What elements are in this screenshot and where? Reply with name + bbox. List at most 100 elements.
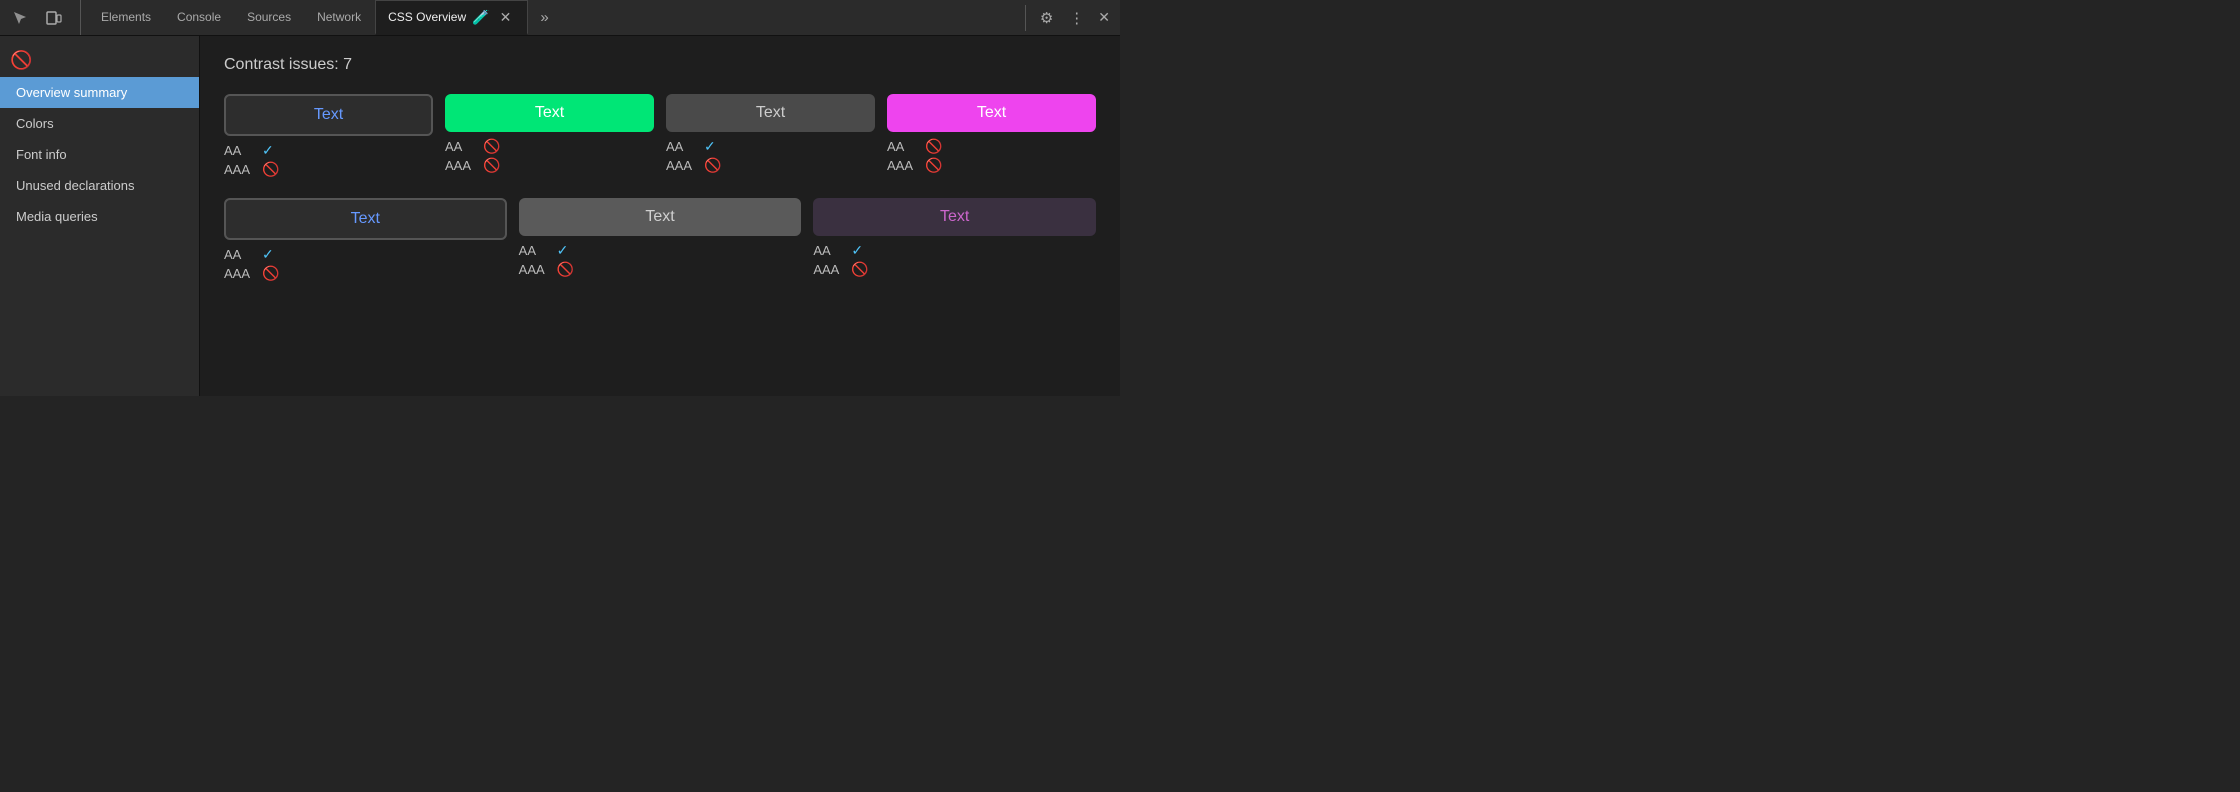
wcag-aaa-label-3: AAA xyxy=(666,158,698,173)
contrast-item-1: Text AA ✓ AAA 🚫 xyxy=(224,94,433,178)
wcag-aa-row-3: AA ✓ xyxy=(666,138,875,155)
content-area: Contrast issues: 7 Text AA ✓ AAA 🚫 xyxy=(200,36,1120,396)
wcag-aaa-row-4: AAA 🚫 xyxy=(887,157,1096,174)
wcag-aaa-fail-icon-3: 🚫 xyxy=(704,157,721,174)
contrast-btn-3[interactable]: Text xyxy=(666,94,875,132)
wcag-aa-label-5: AA xyxy=(224,247,256,262)
tab-network-label: Network xyxy=(317,10,361,24)
wcag-aa-label-7: AA xyxy=(813,243,845,258)
wcag-aaa-fail-icon-1: 🚫 xyxy=(262,161,279,178)
sidebar-item-unused-declarations-label: Unused declarations xyxy=(16,178,135,193)
wcag-aaa-row-1: AAA 🚫 xyxy=(224,161,433,178)
contrast-btn-4[interactable]: Text xyxy=(887,94,1096,132)
wcag-aa-row-2: AA 🚫 xyxy=(445,138,654,155)
wcag-aa-pass-icon-7: ✓ xyxy=(851,242,863,259)
experiment-icon: 🧪 xyxy=(472,9,489,26)
tab-elements[interactable]: Elements xyxy=(89,0,163,35)
contrast-grid-row1: Text AA ✓ AAA 🚫 Text xyxy=(224,94,1096,178)
contrast-item-2: Text AA 🚫 AAA 🚫 xyxy=(445,94,654,178)
wcag-aa-label-3: AA xyxy=(666,139,698,154)
contrast-btn-1-label: Text xyxy=(314,106,343,123)
wcag-aa-pass-icon-1: ✓ xyxy=(262,142,274,159)
wcag-aaa-fail-icon-7: 🚫 xyxy=(851,261,868,278)
close-tab-btn[interactable]: ✕ xyxy=(496,7,516,28)
tab-sources-label: Sources xyxy=(247,10,291,24)
contrast-btn-5[interactable]: Text xyxy=(224,198,507,240)
settings-btn[interactable]: ⚙ xyxy=(1034,5,1059,31)
device-toggle-btn[interactable] xyxy=(40,6,68,30)
contrast-issues-title: Contrast issues: 7 xyxy=(224,56,1096,74)
more-options-icon: ⋮ xyxy=(1069,9,1084,27)
tab-bar-left-controls xyxy=(6,0,81,35)
wcag-aaa-fail-icon-5: 🚫 xyxy=(262,265,279,282)
contrast-btn-2-label: Text xyxy=(535,104,564,121)
contrast-btn-7[interactable]: Text xyxy=(813,198,1096,236)
wcag-pair-2: AA 🚫 AAA 🚫 xyxy=(445,138,654,174)
wcag-aa-fail-icon-2: 🚫 xyxy=(483,138,500,155)
wcag-aa-label-2: AA xyxy=(445,139,477,154)
tab-network[interactable]: Network xyxy=(305,0,373,35)
wcag-aaa-label-7: AAA xyxy=(813,262,845,277)
wcag-aaa-label-4: AAA xyxy=(887,158,919,173)
wcag-aaa-label-2: AAA xyxy=(445,158,477,173)
wcag-aaa-row-5: AAA 🚫 xyxy=(224,265,507,282)
tab-css-overview[interactable]: CSS Overview 🧪 ✕ xyxy=(375,0,528,35)
contrast-btn-7-label: Text xyxy=(940,208,969,225)
sidebar-item-font-info[interactable]: Font info xyxy=(0,139,199,170)
contrast-btn-3-label: Text xyxy=(756,104,785,121)
wcag-aaa-row-6: AAA 🚫 xyxy=(519,261,802,278)
sidebar-block-btn[interactable]: 🚫 xyxy=(10,50,32,71)
wcag-aa-label-4: AA xyxy=(887,139,919,154)
tab-bar-right: ⚙ ⋮ ✕ xyxy=(1025,5,1114,31)
wcag-aaa-label-6: AAA xyxy=(519,262,551,277)
wcag-aaa-fail-icon-4: 🚫 xyxy=(925,157,942,174)
more-tabs-icon: » xyxy=(540,9,548,26)
sidebar-item-overview-summary[interactable]: Overview summary xyxy=(0,77,199,108)
sidebar-item-colors[interactable]: Colors xyxy=(0,108,199,139)
contrast-grid-row2: Text AA ✓ AAA 🚫 Text xyxy=(224,198,1096,282)
settings-icon: ⚙ xyxy=(1040,9,1053,27)
contrast-btn-5-label: Text xyxy=(351,210,380,227)
wcag-aa-row-4: AA 🚫 xyxy=(887,138,1096,155)
wcag-aaa-label-1: AAA xyxy=(224,162,256,177)
close-devtools-btn[interactable]: ✕ xyxy=(1094,7,1114,28)
tab-bar: Elements Console Sources Network CSS Ove… xyxy=(0,0,1120,36)
wcag-aaa-row-7: AAA 🚫 xyxy=(813,261,1096,278)
wcag-aa-row-5: AA ✓ xyxy=(224,246,507,263)
wcag-pair-3: AA ✓ AAA 🚫 xyxy=(666,138,875,174)
wcag-aa-label-6: AA xyxy=(519,243,551,258)
wcag-aa-label-1: AA xyxy=(224,143,256,158)
sidebar-top: 🚫 xyxy=(0,44,199,77)
tab-elements-label: Elements xyxy=(101,10,151,24)
contrast-btn-6-label: Text xyxy=(645,208,674,225)
tab-sources[interactable]: Sources xyxy=(235,0,303,35)
contrast-item-7: Text AA ✓ AAA 🚫 xyxy=(813,198,1096,282)
contrast-btn-2[interactable]: Text xyxy=(445,94,654,132)
sidebar-item-font-info-label: Font info xyxy=(16,147,67,162)
tab-css-overview-label: CSS Overview xyxy=(388,10,466,24)
sidebar-item-media-queries-label: Media queries xyxy=(16,209,98,224)
more-options-btn[interactable]: ⋮ xyxy=(1063,5,1090,31)
wcag-pair-5: AA ✓ AAA 🚫 xyxy=(224,246,507,282)
sidebar-item-media-queries[interactable]: Media queries xyxy=(0,201,199,232)
contrast-item-6: Text AA ✓ AAA 🚫 xyxy=(519,198,802,282)
wcag-aa-row-6: AA ✓ xyxy=(519,242,802,259)
wcag-aa-pass-icon-6: ✓ xyxy=(557,242,569,259)
contrast-btn-6[interactable]: Text xyxy=(519,198,802,236)
wcag-pair-6: AA ✓ AAA 🚫 xyxy=(519,242,802,278)
cursor-icon-btn[interactable] xyxy=(6,6,34,30)
tab-console[interactable]: Console xyxy=(165,0,233,35)
wcag-aaa-row-2: AAA 🚫 xyxy=(445,157,654,174)
wcag-aa-pass-icon-3: ✓ xyxy=(704,138,716,155)
sidebar-item-overview-summary-label: Overview summary xyxy=(16,85,127,100)
sidebar-item-unused-declarations[interactable]: Unused declarations xyxy=(0,170,199,201)
main-layout: 🚫 Overview summary Colors Font info Unus… xyxy=(0,36,1120,396)
wcag-aa-pass-icon-5: ✓ xyxy=(262,246,274,263)
wcag-pair-1: AA ✓ AAA 🚫 xyxy=(224,142,433,178)
tab-console-label: Console xyxy=(177,10,221,24)
contrast-item-5: Text AA ✓ AAA 🚫 xyxy=(224,198,507,282)
wcag-pair-7: AA ✓ AAA 🚫 xyxy=(813,242,1096,278)
contrast-btn-1[interactable]: Text xyxy=(224,94,433,136)
more-tabs-btn[interactable]: » xyxy=(534,5,554,30)
wcag-aa-row-7: AA ✓ xyxy=(813,242,1096,259)
